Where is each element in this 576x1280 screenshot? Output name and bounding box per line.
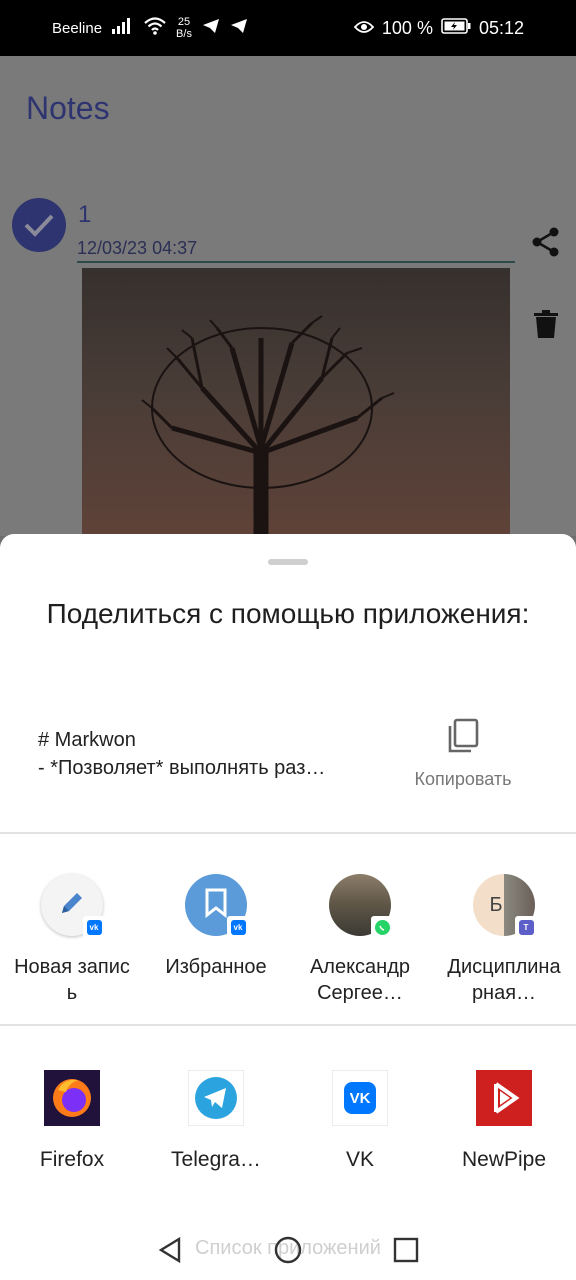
app-telegram[interactable]: Telegra…: [144, 1070, 288, 1172]
divider: [0, 1024, 576, 1026]
home-icon[interactable]: [273, 1235, 303, 1265]
avatar: vk: [41, 874, 105, 938]
clock: 05:12: [478, 17, 524, 38]
avatar: Б T: [473, 874, 537, 938]
share-icon[interactable]: [530, 226, 562, 258]
drag-handle[interactable]: [268, 559, 308, 565]
direct-share-row: vk Новая запись vk Избранное Александр С…: [0, 874, 576, 1006]
recents-icon[interactable]: [391, 1235, 421, 1265]
copy-label: Копировать: [414, 769, 512, 789]
share-sheet-title: Поделиться с помощью приложения:: [46, 598, 530, 629]
vk-icon: VK: [332, 1070, 388, 1126]
direct-target-label: Дисциплинарная…: [447, 956, 561, 1004]
signal-icon: [112, 18, 134, 38]
note-date: 12/03/23 04:37: [77, 238, 515, 263]
vk-badge-icon: vk: [83, 916, 105, 938]
battery-icon: [441, 17, 471, 39]
pencil-icon: [58, 889, 86, 922]
newpipe-icon: [476, 1070, 532, 1126]
delete-icon[interactable]: [534, 310, 558, 338]
app-firefox[interactable]: Firefox: [0, 1070, 144, 1172]
note-checked-icon[interactable]: [12, 198, 66, 252]
direct-target-disciplinary[interactable]: Б T Дисциплинарная…: [432, 874, 576, 1006]
bookmark-icon: [203, 888, 229, 923]
carrier-label: Beeline: [52, 19, 103, 37]
vk-badge-icon: vk: [227, 916, 249, 938]
battery-percent: 100 %: [381, 17, 433, 38]
whatsapp-badge-icon: [371, 916, 393, 938]
app-label: Telegra…: [171, 1148, 261, 1171]
direct-target-contact-alexandr[interactable]: Александр Сергее…: [288, 874, 432, 1006]
direct-target-favorites[interactable]: vk Избранное: [144, 874, 288, 1006]
status-bar: Beeline 25 B/s 100 % 05:12: [0, 0, 576, 56]
telegram-icon: [188, 1070, 244, 1126]
telegram-notification-icon: [202, 18, 220, 38]
share-text-preview: # Markwon - *Позволяет* выполнять раз…: [38, 726, 378, 782]
teams-badge-icon: T: [515, 916, 537, 938]
app-newpipe[interactable]: NewPipe: [432, 1070, 576, 1172]
avatar: [329, 874, 393, 938]
preview-line-2: - *Позволяет* выполнять раз…: [38, 757, 326, 779]
eye-icon: [353, 18, 375, 39]
preview-line-1: # Markwon: [38, 729, 136, 751]
app-label: NewPipe: [461, 1148, 547, 1171]
wifi-icon: [144, 17, 166, 39]
notes-app-background: Notes 1 12/03/23 04:37: [0, 56, 576, 592]
note-title[interactable]: 1: [78, 201, 91, 229]
apps-row: Firefox Telegra… VK VK NewPipe: [0, 1070, 576, 1172]
direct-target-label: Новая запись: [14, 956, 130, 1004]
app-vk[interactable]: VK VK: [288, 1070, 432, 1172]
network-speed: 25 B/s: [176, 16, 192, 40]
firefox-icon: [44, 1070, 100, 1126]
app-label: VK: [345, 1148, 374, 1171]
app-title: Notes: [26, 90, 110, 126]
navigation-bar: [0, 1220, 576, 1280]
app-label: Firefox: [39, 1148, 105, 1171]
direct-target-label: Избранное: [165, 956, 267, 978]
copy-button[interactable]: Копировать: [396, 718, 530, 789]
avatar-letter: Б: [489, 893, 503, 916]
copy-icon: [446, 718, 480, 759]
avatar: vk: [185, 874, 249, 938]
direct-target-label: Александр Сергее…: [309, 956, 411, 1004]
share-sheet: Поделиться с помощью приложения: # Markw…: [0, 534, 576, 1280]
divider: [0, 832, 576, 834]
direct-target-new-post[interactable]: vk Новая запись: [0, 874, 144, 1006]
telegram-notification-icon-2: [230, 18, 248, 38]
back-icon[interactable]: [155, 1235, 185, 1265]
